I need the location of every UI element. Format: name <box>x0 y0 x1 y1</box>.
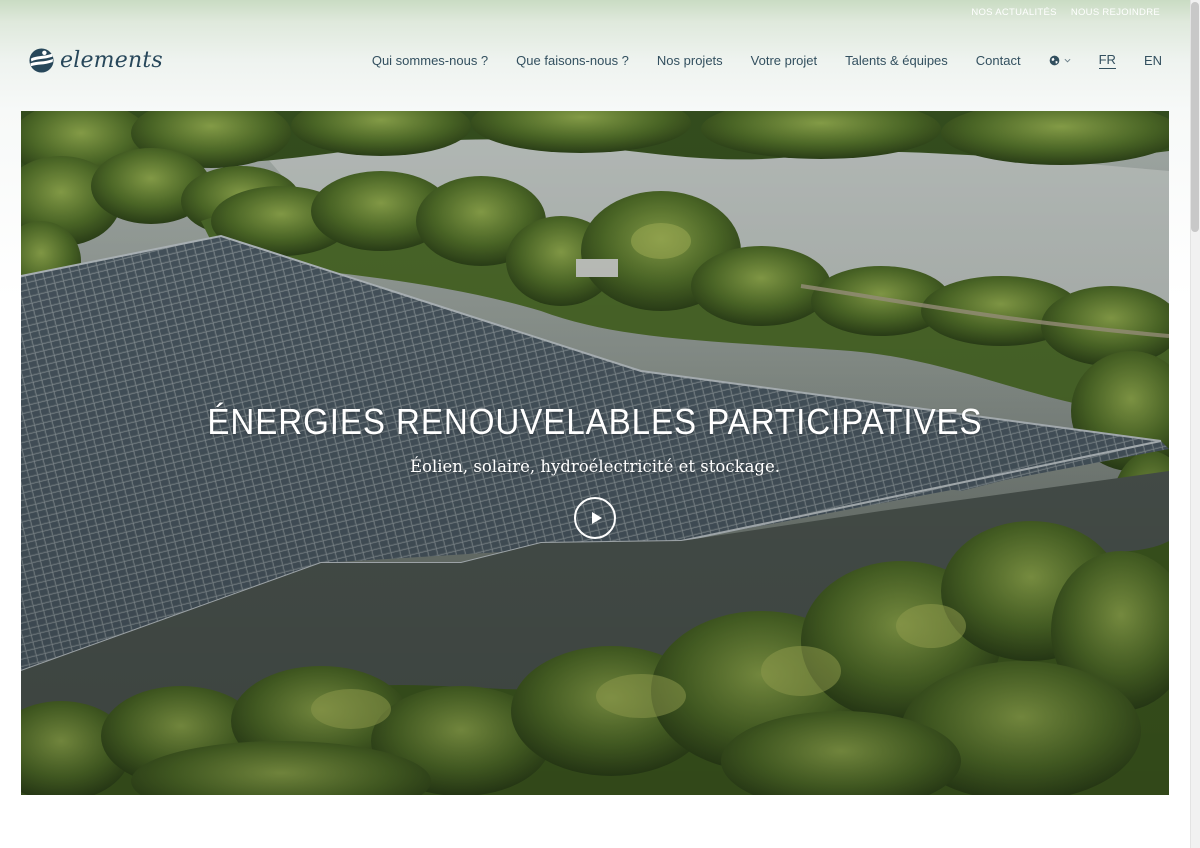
hero-banner: ÉNERGIES RENOUVELABLES PARTICIPATIVES Éo… <box>21 111 1169 795</box>
join-link[interactable]: NOUS REJOINDRE <box>1071 7 1160 18</box>
hero-image-floating-solar-farm <box>21 111 1169 795</box>
globe-icon <box>1049 55 1059 65</box>
hero-subtitle: Éolien, solaire, hydroélectricité et sto… <box>409 457 780 476</box>
lang-en[interactable]: EN <box>1144 53 1162 68</box>
nav-item-activities[interactable]: Que faisons-nous ? <box>516 53 629 68</box>
site-selector[interactable] <box>1049 55 1071 66</box>
main-nav: Qui sommes-nous ? Que faisons-nous ? Nos… <box>372 50 1162 70</box>
news-link[interactable]: NOS ACTUALITÉS <box>971 7 1057 18</box>
logo-text: elements <box>60 47 163 73</box>
utility-bar: NOS ACTUALITÉS NOUS REJOINDRE <box>971 0 1160 24</box>
lang-fr[interactable]: FR <box>1098 52 1116 69</box>
nav-item-projects[interactable]: Nos projets <box>657 53 723 68</box>
logo[interactable]: elements <box>28 45 163 75</box>
play-icon <box>591 512 602 524</box>
nav-item-talents[interactable]: Talents & équipes <box>845 53 948 68</box>
hero-title: ÉNERGIES RENOUVELABLES PARTICIPATIVES <box>207 401 983 442</box>
nav-item-contact[interactable]: Contact <box>976 53 1021 68</box>
page: NOS ACTUALITÉS NOUS REJOINDRE elements Q… <box>0 0 1200 848</box>
earth-logo-icon <box>29 47 54 73</box>
scrollbar-thumb[interactable] <box>1191 2 1199 232</box>
page-scrollbar[interactable] <box>1190 0 1200 848</box>
nav-item-about[interactable]: Qui sommes-nous ? <box>372 53 488 68</box>
play-video-button[interactable] <box>574 497 616 539</box>
chevron-down-icon <box>1064 58 1071 62</box>
nav-item-your-project[interactable]: Votre projet <box>751 53 818 68</box>
